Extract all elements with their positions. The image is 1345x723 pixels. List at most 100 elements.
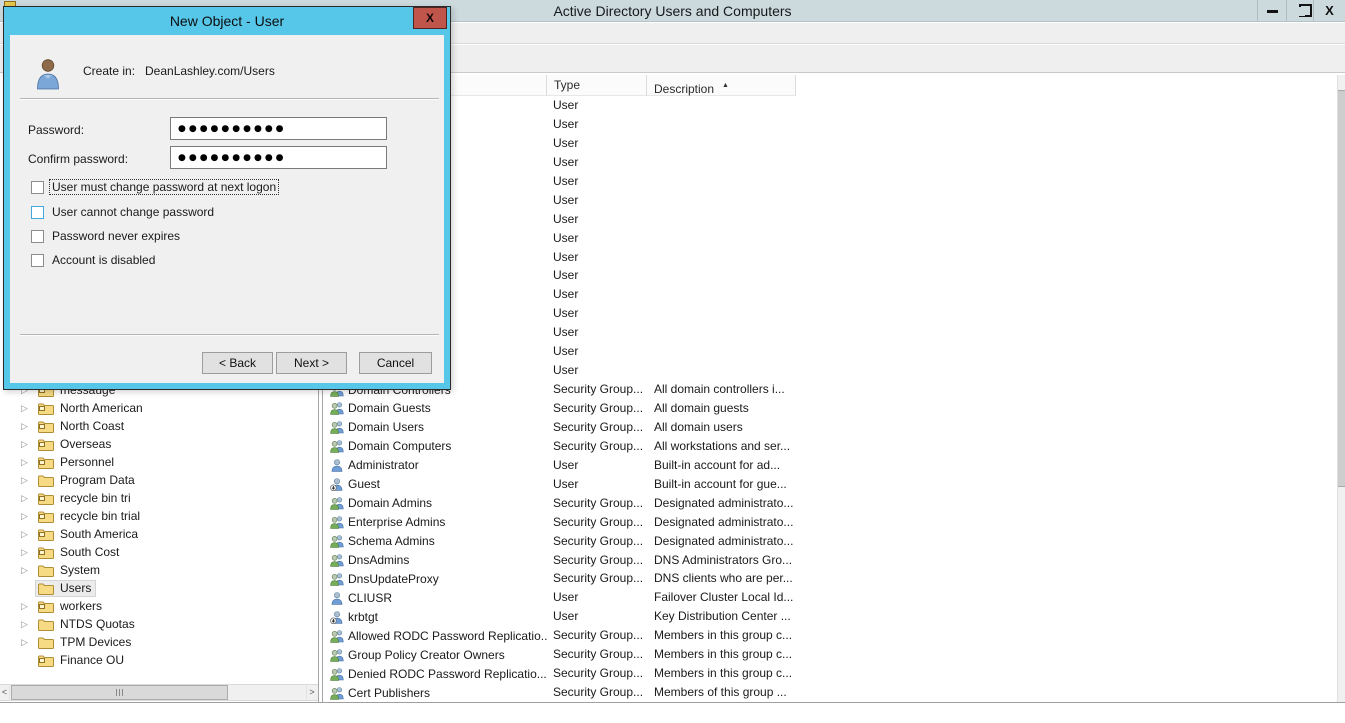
tree-item[interactable]: ▷ NTDS Quotas bbox=[0, 615, 318, 633]
row-type: User bbox=[553, 342, 649, 361]
table-row[interactable]: Domain Controllers Security Group... All… bbox=[323, 380, 1337, 399]
expand-arrow-icon[interactable]: ▷ bbox=[21, 561, 35, 579]
checkbox-must-change-password[interactable]: User must change password at next logon bbox=[31, 179, 278, 195]
column-header-type[interactable]: Type bbox=[547, 75, 647, 96]
tree-item[interactable]: ▷ Program Data bbox=[0, 471, 318, 489]
table-row[interactable]: Administrator User Built-in account for … bbox=[323, 456, 1337, 475]
expand-arrow-icon[interactable]: ▷ bbox=[21, 615, 35, 633]
table-row[interactable]: User bbox=[323, 248, 1337, 267]
tree-item[interactable]: ▷ TPM Devices bbox=[0, 633, 318, 651]
table-row[interactable]: User bbox=[323, 285, 1337, 304]
table-row[interactable]: Group Policy Creator Owners Security Gro… bbox=[323, 645, 1337, 664]
expand-arrow-icon[interactable]: ▷ bbox=[21, 399, 35, 417]
expand-arrow-icon[interactable]: ▷ bbox=[21, 507, 35, 525]
table-row[interactable]: CLIUSR User Failover Cluster Local Id... bbox=[323, 588, 1337, 607]
column-header-description[interactable]: Description▲ bbox=[647, 75, 796, 96]
list-vertical-scrollbar[interactable] bbox=[1337, 75, 1345, 703]
row-description bbox=[654, 361, 824, 380]
tree-item[interactable]: ▷ Finance OU bbox=[0, 651, 318, 669]
table-row[interactable]: User bbox=[323, 172, 1337, 191]
row-description bbox=[654, 323, 824, 342]
table-row[interactable]: Domain Guests Security Group... All doma… bbox=[323, 399, 1337, 418]
tree-item[interactable]: ▷ recycle bin tri bbox=[0, 489, 318, 507]
table-row[interactable]: Domain Computers Security Group... All w… bbox=[323, 437, 1337, 456]
table-row[interactable]: DnsUpdateProxy Security Group... DNS cli… bbox=[323, 569, 1337, 588]
close-window-button[interactable]: X bbox=[1313, 0, 1345, 22]
table-row[interactable]: User bbox=[323, 134, 1337, 153]
tree-item[interactable]: ▷ Overseas bbox=[0, 435, 318, 453]
table-row[interactable]: User bbox=[323, 96, 1337, 115]
expand-arrow-icon[interactable]: ▷ bbox=[21, 417, 35, 435]
next-button[interactable]: Next > bbox=[276, 352, 347, 374]
back-button[interactable]: < Back bbox=[202, 352, 273, 374]
table-row[interactable]: User bbox=[323, 229, 1337, 248]
table-row[interactable]: User bbox=[323, 266, 1337, 285]
checkbox-icon[interactable] bbox=[31, 230, 44, 243]
tree-item[interactable]: ▷ South Cost bbox=[0, 543, 318, 561]
table-row[interactable]: Schema Admins Security Group... Designat… bbox=[323, 532, 1337, 551]
cancel-button[interactable]: Cancel bbox=[359, 352, 432, 374]
row-description bbox=[654, 248, 824, 267]
expand-arrow-icon[interactable]: ▷ bbox=[21, 633, 35, 651]
table-row[interactable]: Domain Admins Security Group... Designat… bbox=[323, 494, 1337, 513]
table-row[interactable]: Enterprise Admins Security Group... Desi… bbox=[323, 513, 1337, 532]
row-name: Administrator bbox=[348, 458, 419, 472]
row-description: DNS Administrators Gro... bbox=[654, 551, 824, 570]
dialog-body: Create in: DeanLashley.com/Users Passwor… bbox=[10, 35, 444, 383]
expand-arrow-icon[interactable]: ▷ bbox=[21, 435, 35, 453]
table-row[interactable]: User bbox=[323, 153, 1337, 172]
tree-item[interactable]: ▷ recycle bin trial bbox=[0, 507, 318, 525]
checkbox-cannot-change-password[interactable]: User cannot change password bbox=[31, 204, 216, 220]
row-description bbox=[654, 229, 824, 248]
scroll-right-arrow[interactable]: > bbox=[306, 685, 317, 700]
confirm-password-input[interactable] bbox=[170, 146, 387, 169]
tree-item[interactable]: ▷ South America bbox=[0, 525, 318, 543]
expand-arrow-icon[interactable]: ▷ bbox=[21, 597, 35, 615]
expand-arrow-icon[interactable]: ▷ bbox=[21, 489, 35, 507]
expand-arrow-icon[interactable]: ▷ bbox=[21, 543, 35, 561]
tree-item[interactable]: ▷ Personnel bbox=[0, 453, 318, 471]
table-row[interactable]: User bbox=[323, 323, 1337, 342]
ou-folder-icon bbox=[38, 420, 54, 433]
checkbox-account-disabled[interactable]: Account is disabled bbox=[31, 252, 157, 268]
minimize-button[interactable] bbox=[1257, 0, 1286, 22]
table-row[interactable]: DnsAdmins Security Group... DNS Administ… bbox=[323, 551, 1337, 570]
password-input[interactable] bbox=[170, 117, 387, 140]
table-row[interactable]: Denied RODC Password Replicatio... Secur… bbox=[323, 664, 1337, 683]
tree-horizontal-scrollbar[interactable]: < > bbox=[0, 684, 318, 701]
scrollbar-thumb[interactable] bbox=[11, 685, 228, 700]
disabled-user-icon bbox=[330, 610, 344, 624]
tree-item[interactable]: ▷ workers bbox=[0, 597, 318, 615]
table-row[interactable]: User bbox=[323, 342, 1337, 361]
checkbox-icon[interactable] bbox=[31, 181, 44, 194]
tree-item[interactable]: ▷ System bbox=[0, 561, 318, 579]
tree-item[interactable]: ▷ Users bbox=[0, 579, 318, 597]
table-row[interactable]: Guest User Built-in account for gue... bbox=[323, 475, 1337, 494]
tree-item[interactable]: ▷ North Coast bbox=[0, 417, 318, 435]
checkbox-password-never-expires[interactable]: Password never expires bbox=[31, 228, 182, 244]
table-row[interactable]: Cert Publishers Security Group... Member… bbox=[323, 683, 1337, 702]
checkbox-icon[interactable] bbox=[31, 206, 44, 219]
table-row[interactable]: User bbox=[323, 304, 1337, 323]
table-row[interactable]: User bbox=[323, 210, 1337, 229]
table-row[interactable]: Domain Users Security Group... All domai… bbox=[323, 418, 1337, 437]
restore-button[interactable] bbox=[1286, 0, 1313, 22]
scrollbar-thumb[interactable] bbox=[1338, 90, 1345, 487]
table-row[interactable]: User bbox=[323, 191, 1337, 210]
row-type: Security Group... bbox=[553, 380, 649, 399]
table-row[interactable]: krbtgt User Key Distribution Center ... bbox=[323, 607, 1337, 626]
row-description: Members of this group ... bbox=[654, 683, 824, 702]
expand-arrow-icon[interactable]: ▷ bbox=[21, 525, 35, 543]
row-description: Failover Cluster Local Id... bbox=[654, 588, 824, 607]
table-row[interactable]: User bbox=[323, 115, 1337, 134]
expand-arrow-icon[interactable]: ▷ bbox=[21, 471, 35, 489]
expand-arrow-icon[interactable]: ▷ bbox=[21, 453, 35, 471]
scroll-left-arrow[interactable]: < bbox=[0, 685, 10, 700]
table-row[interactable]: User bbox=[323, 361, 1337, 380]
row-name: Domain Guests bbox=[348, 401, 431, 415]
row-description: Built-in account for gue... bbox=[654, 475, 824, 494]
dialog-close-button[interactable]: X bbox=[413, 7, 447, 29]
tree-item[interactable]: ▷ North American bbox=[0, 399, 318, 417]
table-row[interactable]: Allowed RODC Password Replicatio... Secu… bbox=[323, 626, 1337, 645]
checkbox-icon[interactable] bbox=[31, 254, 44, 267]
